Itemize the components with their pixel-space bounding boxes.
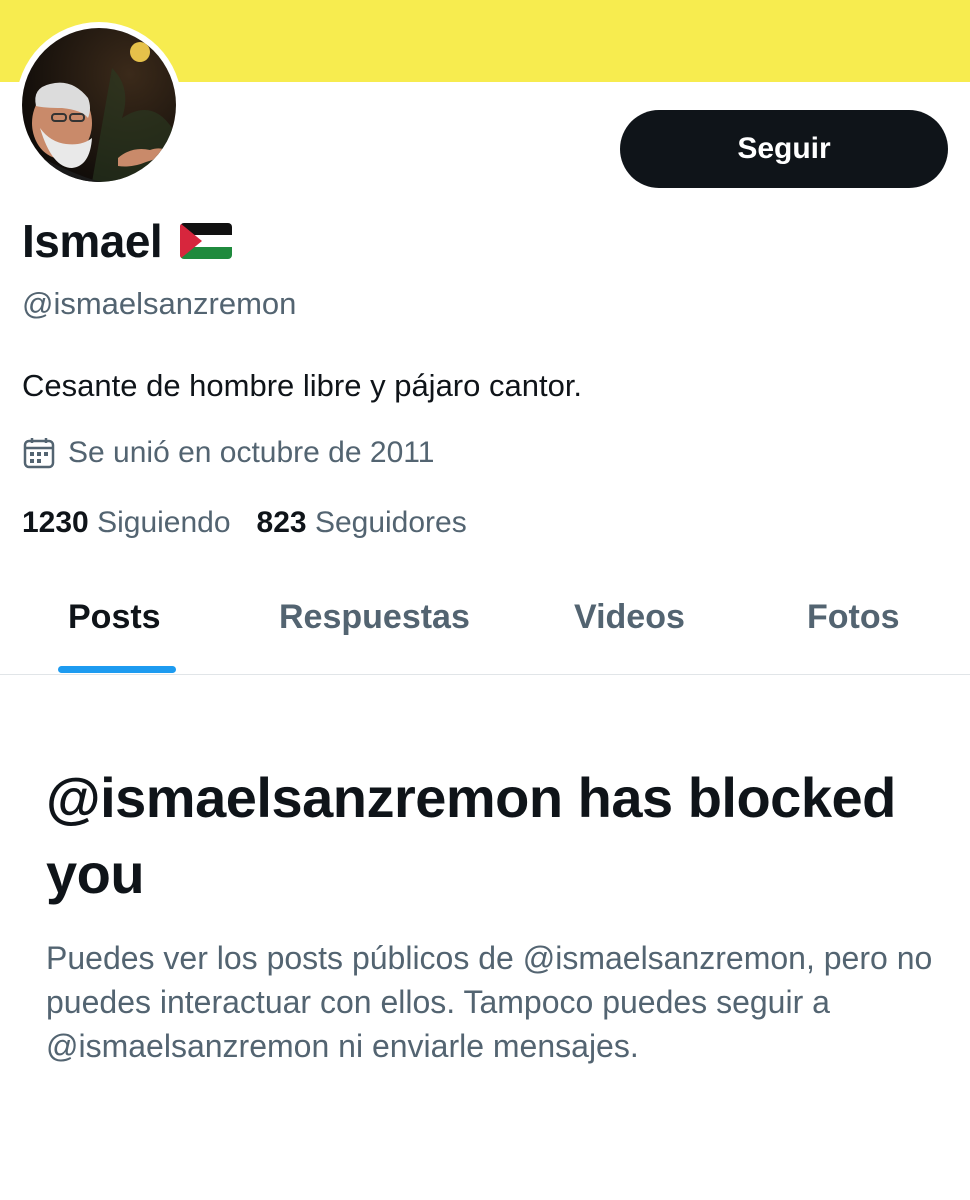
follow-counts: 1230 Siguiendo 823 Seguidores <box>22 506 467 540</box>
tab-posts[interactable]: Posts <box>68 598 161 637</box>
display-name: Ismael <box>22 215 163 267</box>
avatar-image <box>22 28 176 182</box>
calendar-icon <box>22 436 56 470</box>
following-count: 1230 <box>22 506 89 539</box>
profile-tabs: Posts Respuestas Videos Fotos <box>0 570 970 675</box>
blocked-title: @ismaelsanzremon has blocked you <box>46 766 896 905</box>
tab-fotos[interactable]: Fotos <box>807 598 900 637</box>
followers-count: 823 <box>256 506 307 539</box>
profile-bio: Cesante de hombre libre y pájaro cantor. <box>22 368 583 403</box>
tab-respuestas[interactable]: Respuestas <box>279 598 470 637</box>
tab-videos[interactable]: Videos <box>574 598 685 637</box>
joined-date: Se unió en octubre de 2011 <box>22 436 434 470</box>
following-label: Siguiendo <box>97 506 231 539</box>
profile-name-row: Ismael <box>22 214 233 268</box>
followers-label: Seguidores <box>314 506 467 539</box>
blocked-description: Puedes ver los posts públicos de @ismael… <box>46 940 933 1064</box>
following-link[interactable]: 1230 Siguiendo <box>22 506 231 540</box>
profile-handle: @ismaelsanzremon <box>22 286 297 321</box>
avatar[interactable] <box>16 22 182 188</box>
active-tab-indicator <box>58 666 176 673</box>
palestine-flag-icon <box>180 223 233 259</box>
profile-page: Seguir Ismael @ismaelsanzremon Cesante d… <box>0 0 970 1200</box>
follow-button[interactable]: Seguir <box>620 110 948 188</box>
joined-text: Se unió en octubre de 2011 <box>68 436 435 469</box>
followers-link[interactable]: 823 Seguidores <box>257 506 467 540</box>
